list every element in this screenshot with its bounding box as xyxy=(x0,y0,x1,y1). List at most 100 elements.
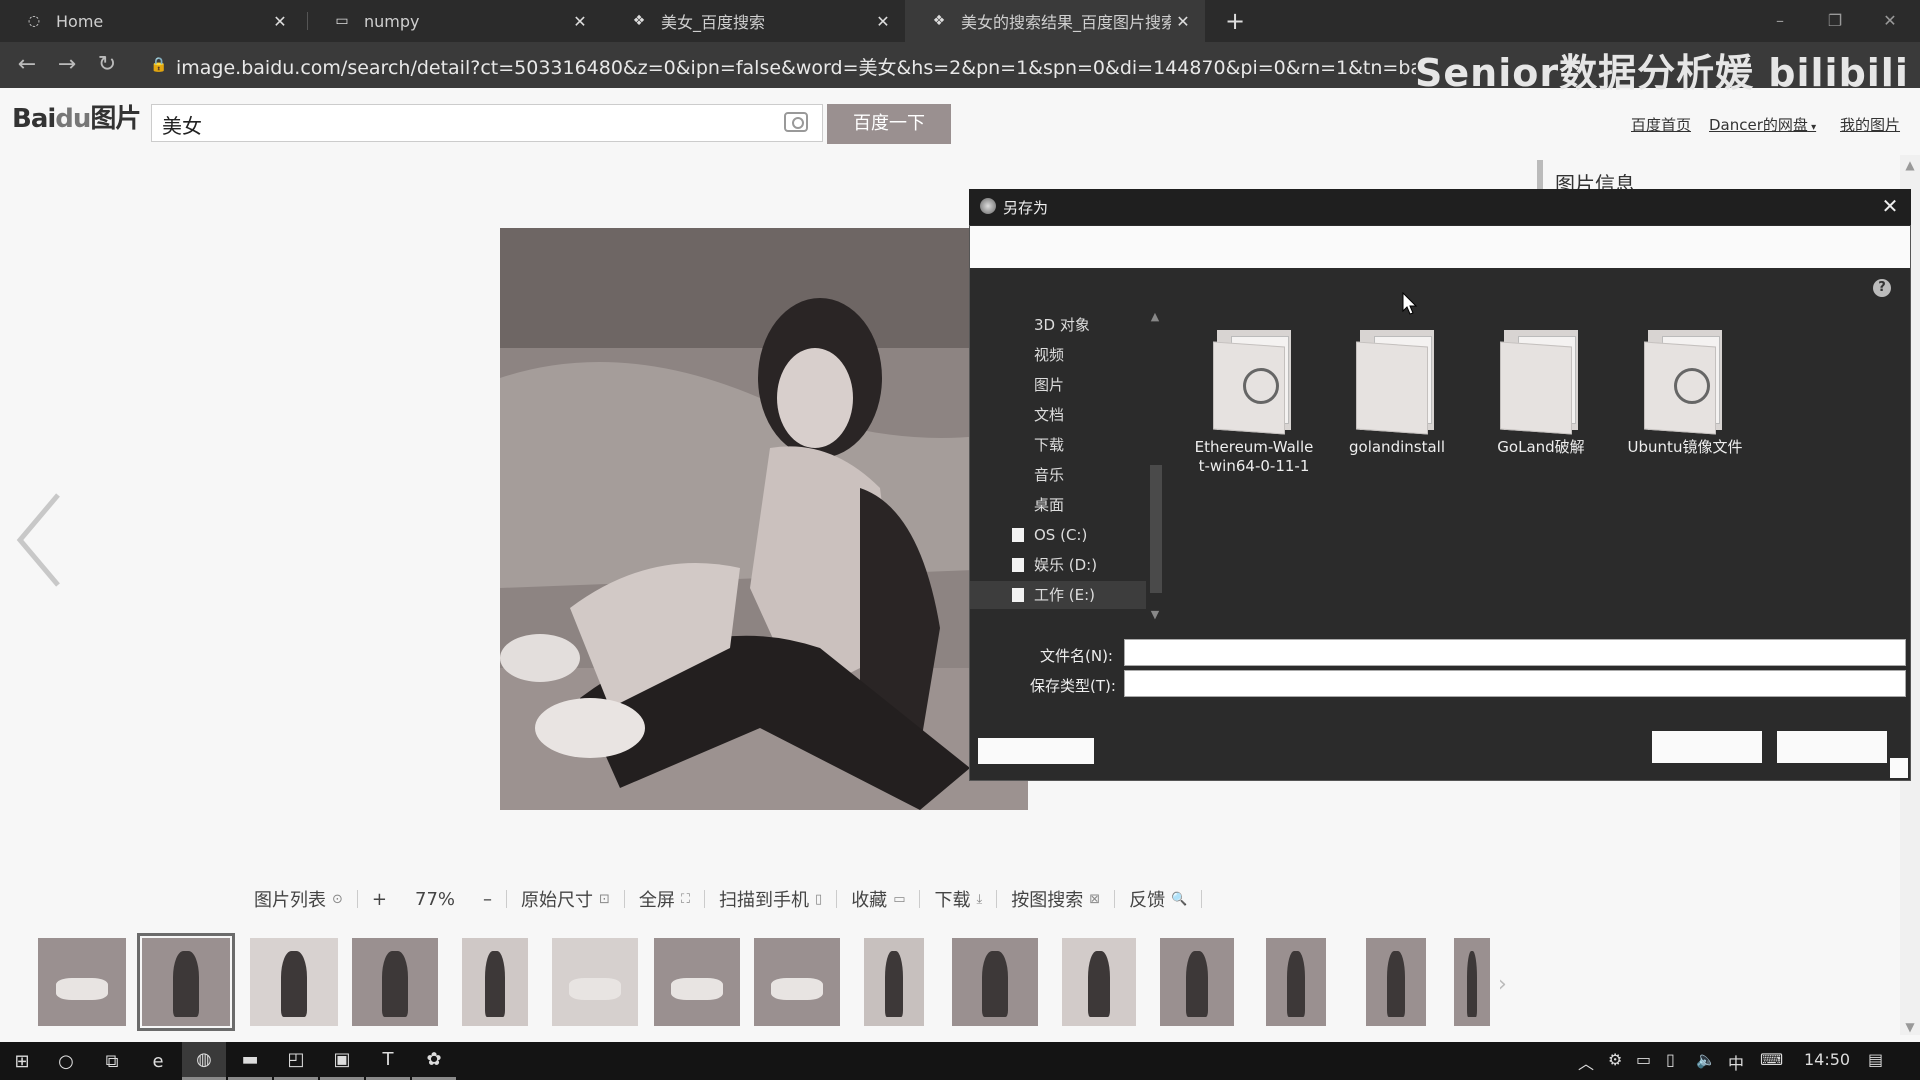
app-icon[interactable]: ✿ xyxy=(412,1042,456,1080)
chevron-up-icon[interactable]: ︿ xyxy=(1578,1050,1594,1074)
scroll-down-icon[interactable]: ▼ xyxy=(1148,608,1162,621)
thumbnail[interactable] xyxy=(654,938,740,1026)
windows-start-icon[interactable]: ⊞ xyxy=(0,1042,44,1080)
toolbar-favorite[interactable]: 收藏 ▭ xyxy=(837,886,919,912)
close-icon[interactable]: ✕ xyxy=(568,12,592,31)
folder-item[interactable]: Ubuntu镜像文件 xyxy=(1615,330,1755,457)
thumbnail[interactable] xyxy=(952,938,1038,1026)
toolbar-original-size[interactable]: 原始尺寸 ⊡ xyxy=(507,886,624,912)
ime-indicator[interactable]: 中 xyxy=(1728,1050,1744,1074)
reload-button[interactable]: ↻ xyxy=(92,50,122,80)
chrome-browser-icon[interactable]: ◍ xyxy=(182,1042,226,1080)
search-input[interactable]: 美女 xyxy=(162,110,202,139)
notification-icon[interactable]: ▤ xyxy=(1868,1050,1883,1069)
close-icon[interactable]: ✕ xyxy=(871,12,895,31)
keyboard-icon[interactable]: ⌨ xyxy=(1760,1050,1783,1069)
search-box[interactable] xyxy=(151,104,823,142)
volume-icon[interactable]: 🔈 xyxy=(1696,1050,1716,1069)
thumbnail[interactable] xyxy=(250,938,338,1026)
nav-item-drive-c[interactable]: OS (C:) xyxy=(970,521,1150,549)
thumbnail[interactable] xyxy=(462,938,528,1026)
thumbnail[interactable] xyxy=(552,938,638,1026)
maximize-button[interactable]: ❐ xyxy=(1805,0,1865,42)
new-tab-button[interactable]: + xyxy=(1220,6,1250,36)
settings-icon[interactable]: ⚙ xyxy=(1608,1050,1622,1069)
thumbnail[interactable] xyxy=(1454,938,1490,1026)
link-my-images[interactable]: 我的图片 xyxy=(1840,114,1900,135)
window-close-button[interactable]: ✕ xyxy=(1860,0,1920,42)
nav-item-drive-d[interactable]: 娱乐 (D:) xyxy=(970,551,1150,579)
terminal-icon[interactable]: ▣ xyxy=(320,1042,364,1080)
prev-image-arrow[interactable] xyxy=(10,490,70,590)
main-photo[interactable] xyxy=(500,228,1028,810)
thumbnail[interactable] xyxy=(352,938,438,1026)
toolbar-image-list[interactable]: 图片列表 ⊙ xyxy=(240,886,357,912)
save-button[interactable] xyxy=(1652,731,1762,763)
help-icon[interactable]: ? xyxy=(1873,279,1891,297)
chevron-right-icon[interactable]: › xyxy=(1498,972,1507,997)
file-explorer-icon[interactable]: ▬ xyxy=(228,1042,272,1080)
toolbar-feedback[interactable]: 反馈 🔍 xyxy=(1115,886,1201,912)
zoom-out-button[interactable]: – xyxy=(469,889,506,910)
task-view-icon[interactable]: ⧉ xyxy=(90,1042,134,1080)
link-netdisk[interactable]: Dancer的网盘 ▾ xyxy=(1709,114,1816,135)
toolbar-scan-phone[interactable]: 扫描到手机 ▯ xyxy=(705,886,836,912)
thumbnail[interactable] xyxy=(864,938,924,1026)
zoom-in-button[interactable]: + xyxy=(358,889,401,910)
tab-baidu-search[interactable]: ❖ 美女_百度搜索 ✕ xyxy=(605,0,905,42)
thumbnail-selected[interactable] xyxy=(137,933,235,1031)
nav-item-videos[interactable]: 视频 xyxy=(970,341,1150,369)
back-button[interactable]: ← xyxy=(12,50,42,80)
clock[interactable]: 14:50 xyxy=(1804,1050,1850,1069)
thumbnail[interactable] xyxy=(1366,938,1426,1026)
resize-grip[interactable] xyxy=(1890,758,1908,778)
filename-input[interactable] xyxy=(1124,639,1906,666)
folder-item[interactable]: golandinstall xyxy=(1327,330,1467,457)
nav-item-downloads[interactable]: 下载 xyxy=(970,431,1150,459)
nav-item-desktop[interactable]: 桌面 xyxy=(970,491,1150,519)
scroll-up-icon[interactable]: ▲ xyxy=(1903,158,1917,172)
url-input[interactable]: image.baidu.com/search/detail?ct=5033164… xyxy=(176,53,1416,80)
typora-icon[interactable]: T xyxy=(366,1042,410,1080)
nav-item-pictures[interactable]: 图片 xyxy=(970,371,1150,399)
hide-folders-button[interactable] xyxy=(978,738,1094,764)
search-icon[interactable]: ○ xyxy=(44,1042,88,1080)
dialog-title-bar[interactable] xyxy=(969,189,1911,225)
thumbnail[interactable] xyxy=(1160,938,1234,1026)
nav-item-music[interactable]: 音乐 xyxy=(970,461,1150,489)
nav-item-documents[interactable]: 文档 xyxy=(970,401,1150,429)
toolbar-fullscreen[interactable]: 全屏 ⛶ xyxy=(625,886,704,912)
tab-baidu-image-search[interactable]: ❖ 美女的搜索结果_百度图片搜索 ✕ xyxy=(905,0,1205,42)
nav-item-drive-e[interactable]: 工作 (E:) xyxy=(970,581,1150,609)
thumbnail[interactable] xyxy=(754,938,840,1026)
minimize-button[interactable]: – xyxy=(1750,0,1810,42)
link-baidu-home[interactable]: 百度首页 xyxy=(1631,114,1691,135)
tab-numpy[interactable]: ▭ numpy ✕ xyxy=(308,0,602,42)
dialog-address-bar[interactable] xyxy=(970,226,1910,268)
thumbnail[interactable] xyxy=(38,938,126,1026)
filetype-select[interactable] xyxy=(1124,670,1906,697)
dialog-close-button[interactable]: ✕ xyxy=(1878,194,1902,218)
edge-browser-icon[interactable]: e xyxy=(136,1042,180,1080)
battery-icon[interactable]: ▭ xyxy=(1636,1050,1651,1069)
folder-item[interactable]: Ethereum-Wallet-win64-0-11-1 xyxy=(1184,330,1324,476)
thumbnail[interactable] xyxy=(1062,938,1136,1026)
toolbar-image-search[interactable]: 按图搜索 ⊠ xyxy=(997,886,1114,912)
toolbar-download[interactable]: 下载 ⤓ xyxy=(920,886,996,912)
baidu-image-logo[interactable]: Baidu图片 xyxy=(12,98,141,135)
search-button[interactable]: 百度一下 xyxy=(827,104,951,144)
thumbnail[interactable] xyxy=(1266,938,1326,1026)
folder-item[interactable]: GoLand破解 xyxy=(1471,330,1611,457)
camera-icon[interactable] xyxy=(784,112,808,132)
network-icon[interactable]: ▯ xyxy=(1666,1050,1675,1069)
nav-scroll-thumb[interactable] xyxy=(1150,465,1162,593)
close-icon[interactable]: ✕ xyxy=(268,12,292,31)
scroll-down-icon[interactable]: ▼ xyxy=(1903,1020,1917,1034)
forward-button[interactable]: → xyxy=(52,50,82,80)
cancel-button[interactable] xyxy=(1777,731,1887,763)
notes-app-icon[interactable]: ◰ xyxy=(274,1042,318,1080)
scroll-up-icon[interactable]: ▲ xyxy=(1148,310,1162,323)
close-icon[interactable]: ✕ xyxy=(1171,12,1195,31)
tab-home[interactable]: ◌ Home ✕ xyxy=(0,0,302,42)
nav-item-3d-objects[interactable]: 3D 对象 xyxy=(970,311,1150,339)
